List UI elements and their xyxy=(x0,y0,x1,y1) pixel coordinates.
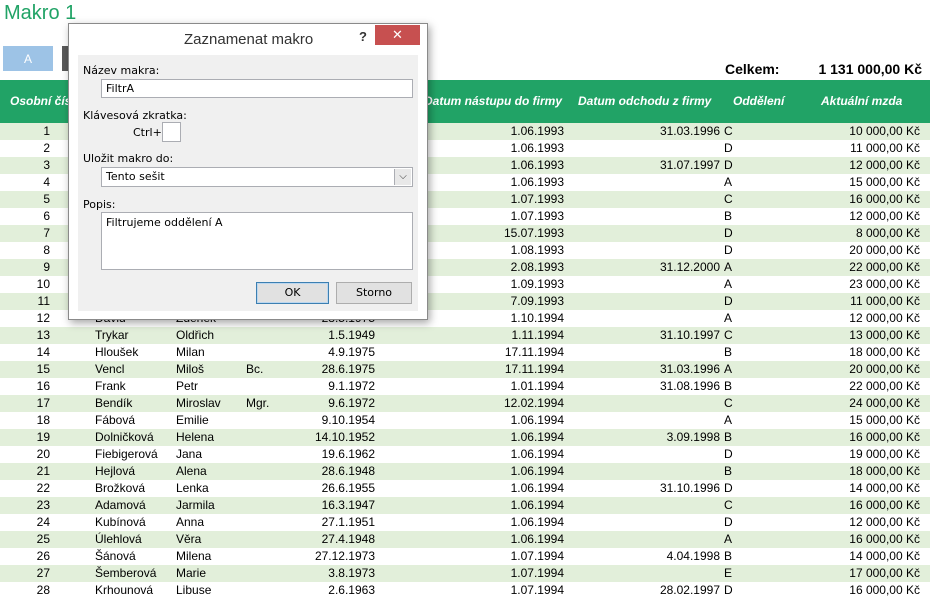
table-row[interactable]: 16 Frank Petr 9.1.1972 1.01.1994 31.08.1996 B 2… xyxy=(0,378,930,395)
table-row[interactable]: 23 Adamová Jarmila 16.3.1947 1.06.1994 C 16 00… xyxy=(0,497,930,514)
filter-a-button[interactable]: A xyxy=(3,46,53,71)
macro-name-label: Název makra: xyxy=(83,64,160,77)
cell-salary[interactable]: 20 000,00 Kč xyxy=(0,361,920,378)
ctrl-label: Ctrl+ xyxy=(133,126,162,139)
cell-salary[interactable]: 15 000,00 Kč xyxy=(0,412,920,429)
cell-salary[interactable]: 12 000,00 Kč xyxy=(0,514,920,531)
header-start-date[interactable]: Datum nástupu do firmy xyxy=(424,94,562,108)
cell-salary[interactable]: 16 000,00 Kč xyxy=(0,582,920,599)
description-label: Popis: xyxy=(83,198,116,211)
cell-salary[interactable]: 13 000,00 Kč xyxy=(0,327,920,344)
cell-salary[interactable]: 18 000,00 Kč xyxy=(0,463,920,480)
macro-name-input[interactable]: FiltrA xyxy=(101,79,413,98)
cell-salary[interactable]: 22 000,00 Kč xyxy=(0,378,920,395)
table-row[interactable]: 22 Brožková Lenka 26.6.1955 1.06.1994 31.10.1… xyxy=(0,480,930,497)
description-textarea[interactable]: Filtrujeme oddělení A xyxy=(101,212,413,270)
table-row[interactable]: 17 Bendík Miroslav Mgr. 9.6.1972 12.02.1994 C 2… xyxy=(0,395,930,412)
header-salary[interactable]: Aktuální mzda xyxy=(821,94,902,108)
header-employee-id[interactable]: Osobní čís xyxy=(10,94,71,108)
table-row[interactable]: 15 Vencl Miloš Bc. 28.6.1975 17.11.1994 31.03.… xyxy=(0,361,930,378)
dialog-body: Název makra: FiltrA Klávesová zkratka: C… xyxy=(78,55,418,311)
ok-button[interactable]: OK xyxy=(256,282,329,304)
table-row[interactable]: 21 Hejlová Alena 28.6.1948 1.06.1994 B 18 000,… xyxy=(0,463,930,480)
total-label: Celkem: xyxy=(725,61,780,77)
table-row[interactable]: 26 Šánová Milena 27.12.1973 1.07.1994 4.04.19… xyxy=(0,548,930,565)
cell-salary[interactable]: 16 000,00 Kč xyxy=(0,531,920,548)
table-row[interactable]: 20 Fiebigerová Jana 19.6.1962 1.06.1994 D 19 0… xyxy=(0,446,930,463)
close-x-icon: ✕ xyxy=(392,27,403,42)
record-macro-dialog: Zaznamenat makro ? ✕ Název makra: FiltrA… xyxy=(68,23,428,320)
cell-salary[interactable]: 17 000,00 Kč xyxy=(0,565,920,582)
table-row[interactable]: 27 Šemberová Marie 3.8.1973 1.07.1994 E 17 000… xyxy=(0,565,930,582)
cell-salary[interactable]: 14 000,00 Kč xyxy=(0,480,920,497)
cell-salary[interactable]: 18 000,00 Kč xyxy=(0,344,920,361)
table-row[interactable]: 18 Fábová Emilie 9.10.1954 1.06.1994 A 15 000,… xyxy=(0,412,930,429)
cell-salary[interactable]: 19 000,00 Kč xyxy=(0,446,920,463)
store-macro-select[interactable]: Tento sešit ⌵ xyxy=(101,167,413,187)
shortcut-input[interactable] xyxy=(162,122,181,142)
header-end-date[interactable]: Datum odchodu z firmy xyxy=(578,94,711,108)
close-button[interactable]: ✕ xyxy=(375,25,420,45)
table-row[interactable]: 14 Hloušek Milan 4.9.1975 17.11.1994 B 18 000,… xyxy=(0,344,930,361)
table-row[interactable]: 24 Kubínová Anna 27.1.1951 1.06.1994 D 12 000,… xyxy=(0,514,930,531)
total-value: 1 131 000,00 Kč xyxy=(818,61,922,77)
store-macro-value: Tento sešit xyxy=(106,170,165,183)
cell-salary[interactable]: 14 000,00 Kč xyxy=(0,548,920,565)
cell-salary[interactable]: 24 000,00 Kč xyxy=(0,395,920,412)
chevron-down-icon: ⌵ xyxy=(394,169,411,185)
table-row[interactable]: 13 Trykar Oldřich 1.5.1949 1.11.1994 31.10.19… xyxy=(0,327,930,344)
header-department[interactable]: Oddělení xyxy=(733,94,784,108)
cell-salary[interactable]: 16 000,00 Kč xyxy=(0,429,920,446)
store-macro-label: Uložit makro do: xyxy=(83,152,174,165)
cell-salary[interactable]: 16 000,00 Kč xyxy=(0,497,920,514)
table-row[interactable]: 28 Krhounová Libuse 2.6.1963 1.07.1994 28.02.… xyxy=(0,582,930,599)
dialog-title: Zaznamenat makro xyxy=(184,31,314,48)
table-row[interactable]: 19 Dolničková Helena 14.10.1952 1.06.1994 3.0… xyxy=(0,429,930,446)
shortcut-label: Klávesová zkratka: xyxy=(83,109,187,122)
sheet-title: Makro 1 xyxy=(4,2,77,24)
help-button[interactable]: ? xyxy=(352,27,374,47)
table-row[interactable]: 25 Úlehlová Věra 27.4.1948 1.06.1994 A 16 000,… xyxy=(0,531,930,548)
cancel-button[interactable]: Storno xyxy=(336,282,412,304)
